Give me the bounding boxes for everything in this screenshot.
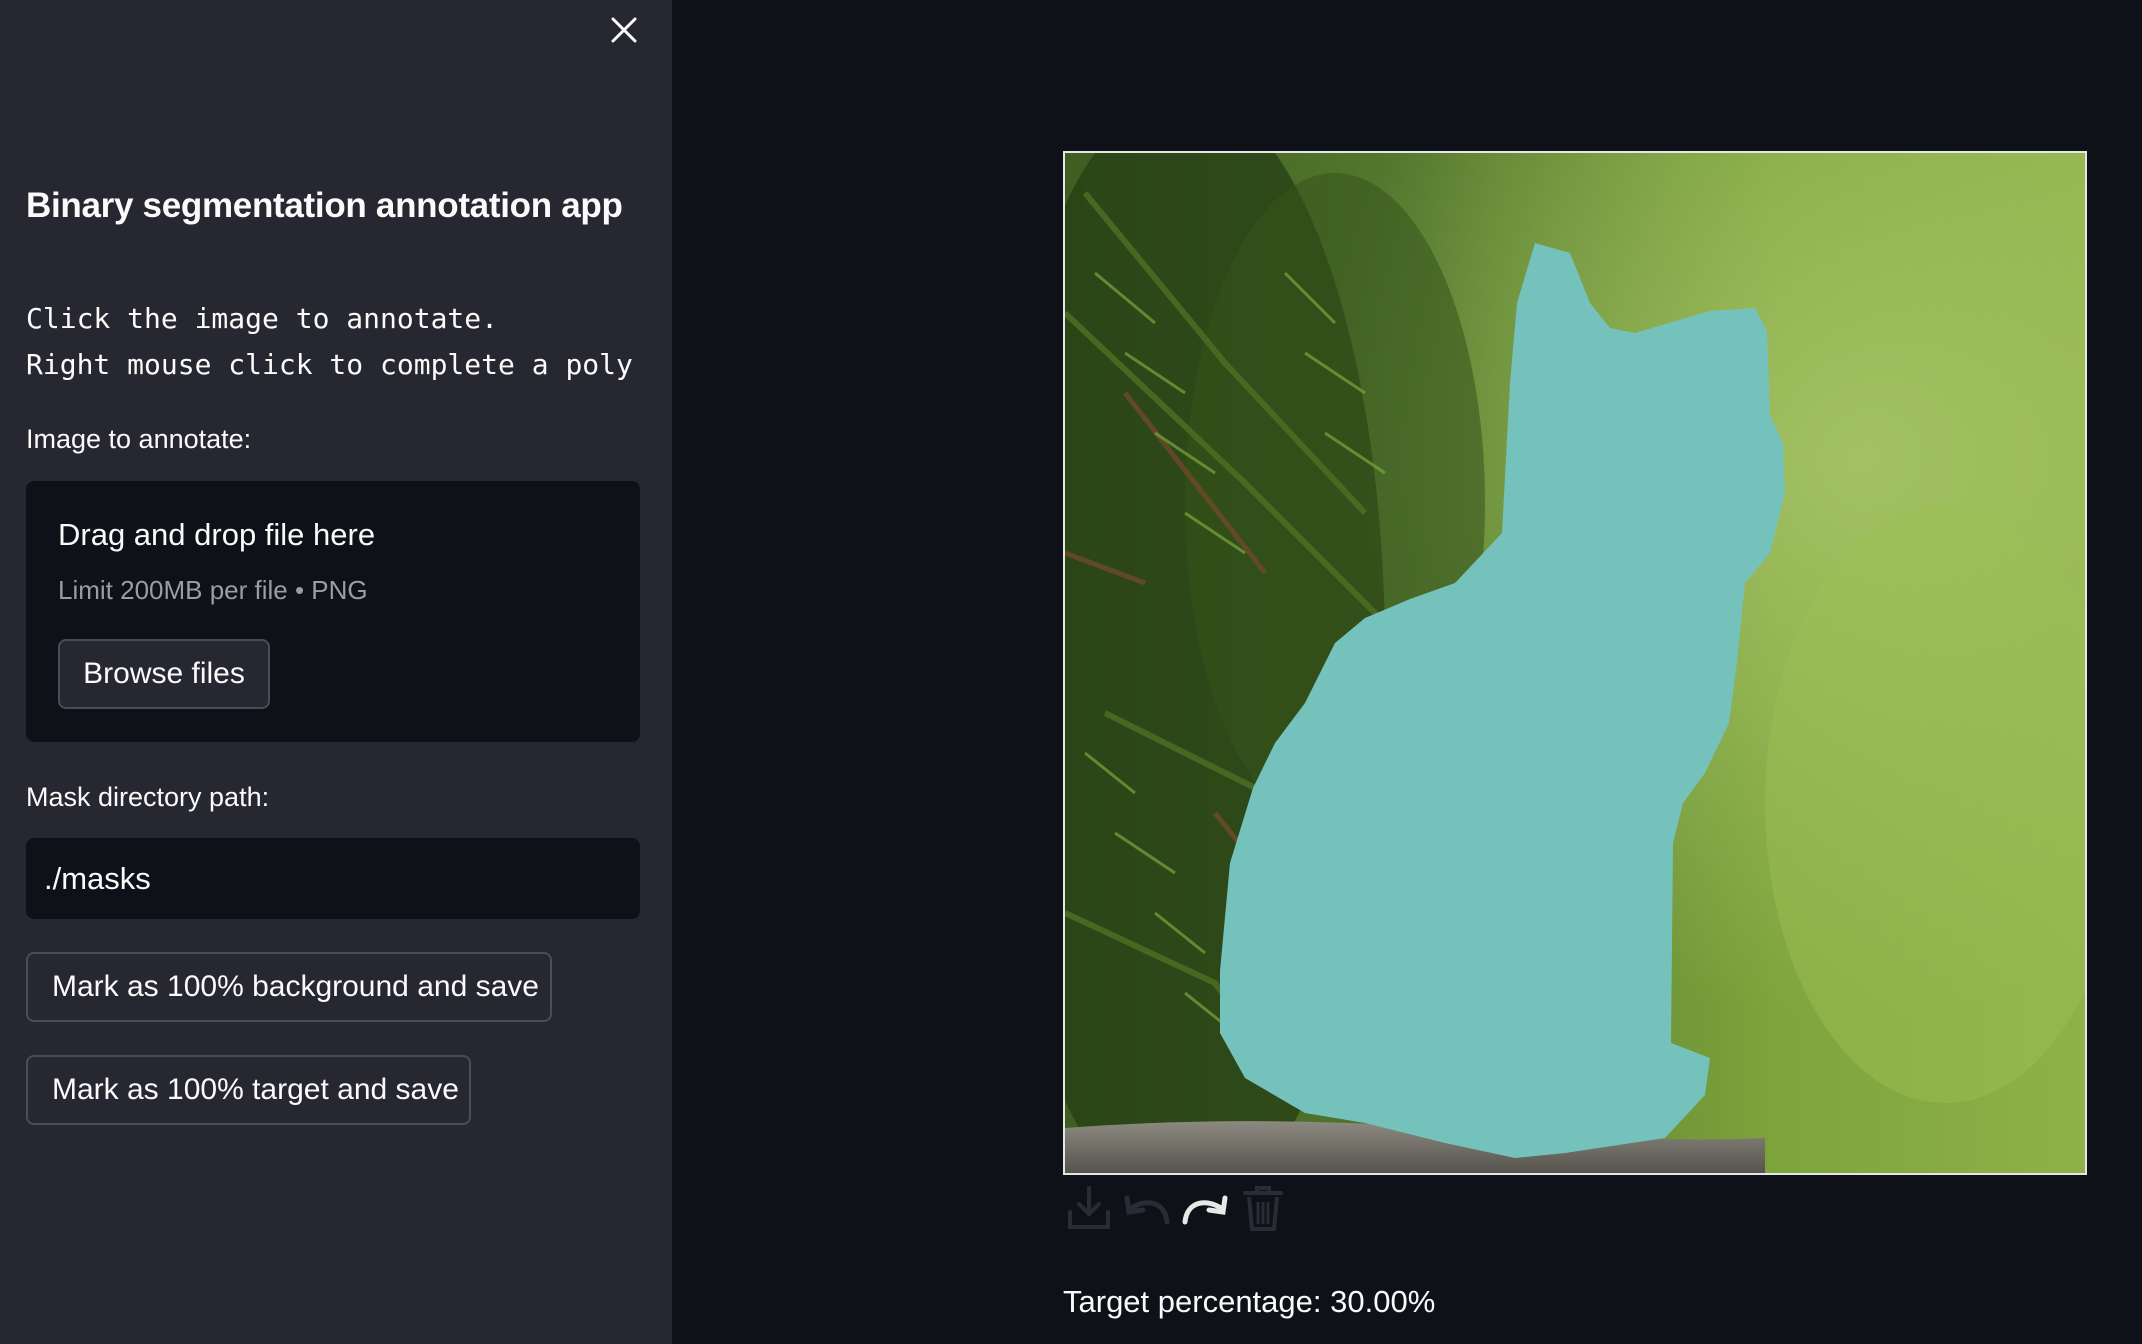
annotation-canvas[interactable] xyxy=(1063,151,2087,1175)
mask-path-input[interactable]: ./masks xyxy=(26,838,640,919)
instructions-text: Click the image to annotate. Right mouse… xyxy=(26,302,633,381)
undo-icon[interactable] xyxy=(1121,1182,1173,1234)
mask-path-label: Mask directory path: xyxy=(26,782,270,812)
app-title: Binary segmentation annotation app xyxy=(26,186,623,225)
trash-icon[interactable] xyxy=(1237,1182,1289,1234)
redo-icon[interactable] xyxy=(1179,1182,1231,1234)
file-dropzone[interactable]: Drag and drop file here Limit 200MB per … xyxy=(26,481,640,742)
app-root: Binary segmentation annotation app Click… xyxy=(0,0,2142,1344)
canvas-toolbar xyxy=(1063,1182,1289,1234)
close-icon[interactable] xyxy=(604,10,644,50)
sidebar: Binary segmentation annotation app Click… xyxy=(0,0,672,1344)
download-icon[interactable] xyxy=(1063,1182,1115,1234)
image-upload-label: Image to annotate: xyxy=(26,424,252,454)
mark-target-button[interactable]: Mark as 100% target and save xyxy=(26,1055,471,1125)
dropzone-title: Drag and drop file here xyxy=(58,517,376,552)
mark-background-button[interactable]: Mark as 100% background and save xyxy=(26,952,552,1022)
browse-files-button[interactable]: Browse files xyxy=(58,639,270,709)
target-percentage: Target percentage: 30.00% xyxy=(1063,1284,1436,1319)
dropzone-limit: Limit 200MB per file • PNG xyxy=(58,575,368,605)
